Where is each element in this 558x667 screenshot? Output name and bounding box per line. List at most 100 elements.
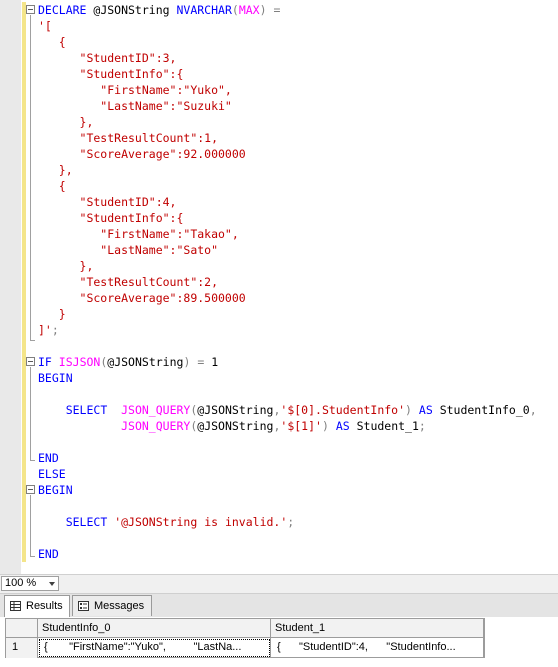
code-token: ): [259, 3, 267, 17]
code-line[interactable]: ]';: [38, 322, 59, 338]
code-token: END: [38, 451, 59, 465]
code-token: IF: [38, 355, 52, 369]
code-line[interactable]: "TestResultCount":1,: [38, 130, 218, 146]
code-token: "LastName":"Suzuki": [38, 99, 232, 113]
code-line[interactable]: "TestResultCount":2,: [38, 274, 218, 290]
code-line[interactable]: }: [38, 306, 66, 322]
code-token: ): [321, 419, 329, 433]
code-token: "FirstName":"Yuko",: [38, 83, 232, 97]
code-token: ELSE: [38, 467, 66, 481]
code-line[interactable]: },: [38, 114, 94, 130]
column-header[interactable]: StudentInfo_0: [38, 619, 271, 638]
code-token: StudentInfo_0: [432, 403, 530, 417]
code-token: BEGIN: [38, 371, 73, 385]
code-token: },: [38, 259, 94, 273]
code-token: =: [273, 3, 281, 17]
code-token: "ScoreAverage":92.000000: [38, 147, 246, 161]
code-token: @JSONString: [107, 355, 184, 369]
code-token: JSON_QUERY: [121, 419, 191, 433]
code-line[interactable]: {: [38, 34, 66, 50]
code-line[interactable]: "StudentID":3,: [38, 50, 177, 66]
results-grid[interactable]: StudentInfo_0 Student_1 1 { "FirstName":…: [0, 617, 558, 667]
zoom-dropdown[interactable]: 100 %: [1, 576, 59, 591]
code-token: SELECT: [65, 515, 108, 529]
table-cell[interactable]: { "StudentID":4, "StudentInfo...: [271, 638, 484, 658]
code-line[interactable]: IF ISJSON(@JSONString) = 1: [38, 354, 218, 370]
code-line[interactable]: "StudentInfo":{: [38, 210, 184, 226]
code-line[interactable]: JSON_QUERY(@JSONString,'$[1]') AS Studen…: [38, 418, 426, 434]
collapse-icon[interactable]: [26, 357, 35, 366]
query-editor[interactable]: DECLARE @JSONString NVARCHAR(MAX) = '[ { …: [0, 0, 558, 574]
code-token: ;: [418, 419, 426, 433]
code-token: ISJSON: [58, 355, 101, 369]
code-token: '$[1]': [280, 419, 322, 433]
editor-gutter: [0, 0, 21, 574]
tab-messages[interactable]: Messages: [72, 595, 152, 616]
fold-end-marker: [30, 556, 35, 557]
code-line[interactable]: SELECT JSON_QUERY(@JSONString,'$[0].Stud…: [38, 402, 537, 418]
results-tab-strip: Results Messages: [0, 593, 558, 618]
row-number[interactable]: 1: [6, 638, 38, 658]
code-token: "StudentID":4,: [38, 195, 177, 209]
code-line[interactable]: END: [38, 450, 59, 466]
tab-results[interactable]: Results: [4, 595, 70, 618]
chevron-down-icon: [49, 582, 55, 586]
code-line[interactable]: },: [38, 162, 73, 178]
code-token: Student_1: [349, 419, 419, 433]
fold-guide: [30, 15, 31, 341]
code-token: AS: [418, 403, 433, 417]
code-line[interactable]: SELECT '@JSONString is invalid.';: [38, 514, 295, 530]
code-line[interactable]: "FirstName":"Yuko",: [38, 82, 232, 98]
code-token: ;: [51, 323, 59, 337]
code-line[interactable]: "LastName":"Suzuki": [38, 98, 232, 114]
code-token: {: [38, 35, 66, 49]
code-token: (: [231, 3, 239, 17]
code-token: 1: [204, 355, 219, 369]
code-token: END: [38, 547, 59, 561]
code-token: ]': [38, 323, 52, 337]
code-line[interactable]: END: [38, 546, 59, 562]
column-header[interactable]: Student_1: [271, 619, 484, 638]
code-token: },: [38, 115, 94, 129]
code-line[interactable]: ELSE: [38, 466, 66, 482]
code-token: "LastName":"Sato": [38, 243, 219, 257]
code-line[interactable]: "ScoreAverage":92.000000: [38, 146, 246, 162]
zoom-level: 100 %: [5, 577, 37, 589]
code-line[interactable]: DECLARE @JSONString NVARCHAR(MAX) =: [38, 2, 280, 18]
code-token: "TestResultCount":2,: [38, 275, 219, 289]
code-line[interactable]: '[: [38, 18, 52, 34]
code-line[interactable]: BEGIN: [38, 370, 73, 386]
fold-end-marker: [30, 460, 35, 461]
code-token: NVARCHAR: [176, 3, 232, 17]
code-line[interactable]: "FirstName":"Takao",: [38, 226, 239, 242]
code-line[interactable]: },: [38, 258, 94, 274]
tab-messages-label: Messages: [94, 600, 145, 612]
code-token: '[: [38, 19, 52, 33]
code-token: ): [405, 403, 412, 417]
fold-end-marker: [30, 340, 35, 341]
code-token: "StudentInfo":{: [38, 67, 184, 81]
code-token: @JSONString: [197, 403, 274, 417]
code-token: },: [38, 163, 73, 177]
code-line[interactable]: "StudentID":4,: [38, 194, 177, 210]
code-line[interactable]: {: [38, 178, 66, 194]
code-token: '@JSONString is invalid.': [114, 515, 288, 529]
fold-guide: [30, 367, 31, 461]
code-line[interactable]: "LastName":"Sato": [38, 242, 218, 258]
tab-results-label: Results: [26, 600, 63, 612]
code-line[interactable]: "ScoreAverage":89.500000: [38, 290, 246, 306]
code-token: "FirstName":"Takao",: [38, 227, 239, 241]
collapse-icon[interactable]: [26, 5, 35, 14]
code-line[interactable]: BEGIN: [38, 482, 73, 498]
code-token: @JSONString: [86, 3, 177, 17]
code-line[interactable]: "StudentInfo":{: [38, 66, 184, 82]
table-cell[interactable]: { "FirstName":"Yuko", "LastNa...: [38, 638, 271, 658]
collapse-icon[interactable]: [26, 485, 35, 494]
code-token: SELECT: [65, 403, 108, 417]
